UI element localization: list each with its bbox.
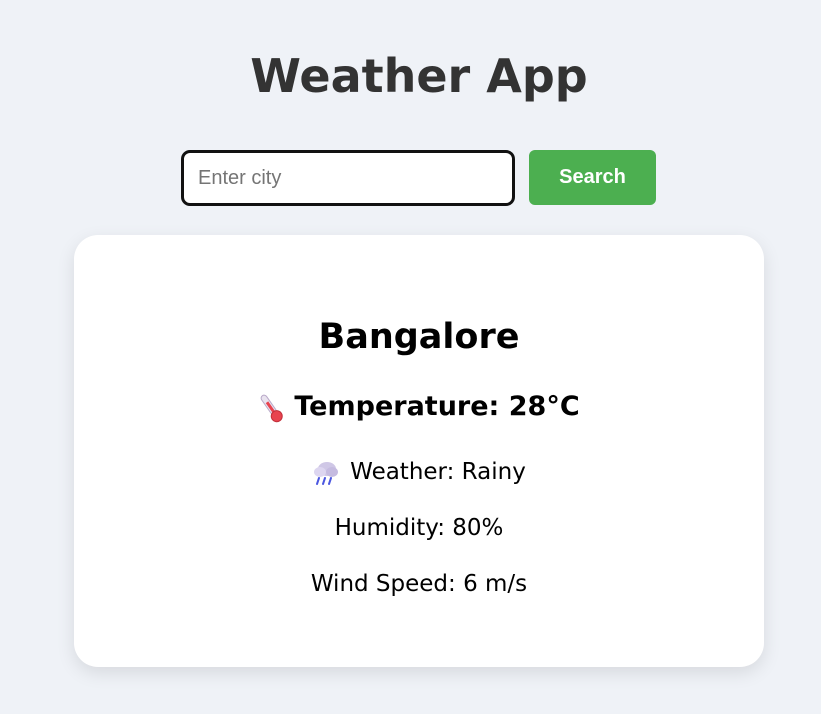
weather-app: Weather App Search Bangalore Temperature… [0,0,821,714]
wind-speed-text: Wind Speed: 6 m/s [310,571,528,597]
condition-text: Weather: Rainy [350,459,526,485]
weather-card: Bangalore Temperature: 28°C Weather: Rai… [74,235,764,667]
temperature-row: Temperature: 28°C [74,387,764,427]
search-button[interactable]: Search [529,150,656,205]
page-title: Weather App [250,49,588,103]
thermometer-icon [258,391,284,425]
city-search-input[interactable] [181,150,515,206]
temperature-text: Temperature: 28°C [294,391,580,422]
rain-cloud-icon [312,459,340,487]
city-name: Bangalore [318,317,520,357]
humidity-text: Humidity: 80% [334,515,504,541]
condition-row: Weather: Rainy [74,456,764,488]
